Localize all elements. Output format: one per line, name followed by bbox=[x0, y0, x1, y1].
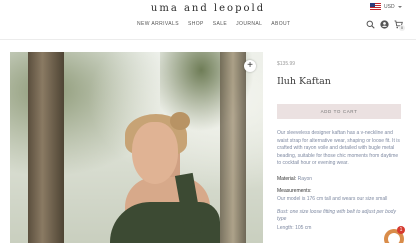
add-to-cart-button[interactable]: ADD TO CART bbox=[277, 104, 401, 119]
main-nav: NEW ARRIVALS SHOP SALE JOURNAL ABOUT bbox=[137, 21, 291, 27]
product-description: Our sleeveless designer kaftan has a v-n… bbox=[277, 130, 400, 166]
us-flag-icon bbox=[370, 3, 381, 10]
image-palm-trunk-right bbox=[220, 52, 246, 243]
chat-icon bbox=[388, 233, 400, 243]
product-price: $135.99 bbox=[277, 61, 296, 67]
length-info: Length: 105 cm bbox=[277, 225, 312, 231]
nav-new-arrivals[interactable]: NEW ARRIVALS bbox=[137, 21, 179, 27]
nav-sale[interactable]: SALE bbox=[213, 21, 227, 27]
image-kaftan bbox=[110, 202, 220, 243]
image-palm-trunk-left bbox=[28, 52, 64, 243]
zoom-plus-icon[interactable]: + bbox=[244, 60, 256, 72]
product-image[interactable] bbox=[10, 52, 263, 243]
measurements-label-row: Measurements: bbox=[277, 188, 311, 195]
image-model-bun bbox=[170, 112, 190, 130]
material-value: Rayon bbox=[297, 176, 313, 182]
chat-notification-badge: 1 bbox=[397, 226, 405, 234]
chevron-down-icon bbox=[397, 5, 402, 8]
material-label: Material: bbox=[277, 176, 297, 182]
measurements-value: Our model is 176 cm tall and wears our s… bbox=[277, 196, 388, 202]
account-icon[interactable] bbox=[380, 20, 389, 29]
product-title: Iluh Kaftan bbox=[277, 76, 331, 87]
measurements-value-row: Our model is 176 cm tall and wears our s… bbox=[277, 196, 387, 203]
image-model-face bbox=[132, 122, 178, 184]
search-icon[interactable] bbox=[366, 20, 375, 29]
nav-shop[interactable]: SHOP bbox=[188, 21, 204, 27]
cart-count-badge: 0 bbox=[399, 25, 405, 31]
site-header: uma and leopold NEW ARRIVALS SHOP SALE J… bbox=[0, 0, 416, 40]
header-icons: 0 bbox=[366, 20, 405, 31]
nav-journal[interactable]: JOURNAL bbox=[236, 21, 262, 27]
measurements-label: Measurements: bbox=[277, 188, 312, 194]
brand-logo[interactable]: uma and leopold bbox=[0, 3, 416, 14]
currency-label: USD bbox=[384, 3, 395, 10]
nav-about[interactable]: ABOUT bbox=[271, 21, 290, 27]
bust-info: Bust: one size loose fitting with belt t… bbox=[277, 209, 401, 223]
currency-selector[interactable]: USD bbox=[370, 3, 402, 10]
bust-text: Bust: one size loose fitting with belt t… bbox=[277, 209, 396, 222]
cart-button[interactable]: 0 bbox=[394, 20, 405, 31]
material-row: Material: Rayon bbox=[277, 176, 312, 183]
